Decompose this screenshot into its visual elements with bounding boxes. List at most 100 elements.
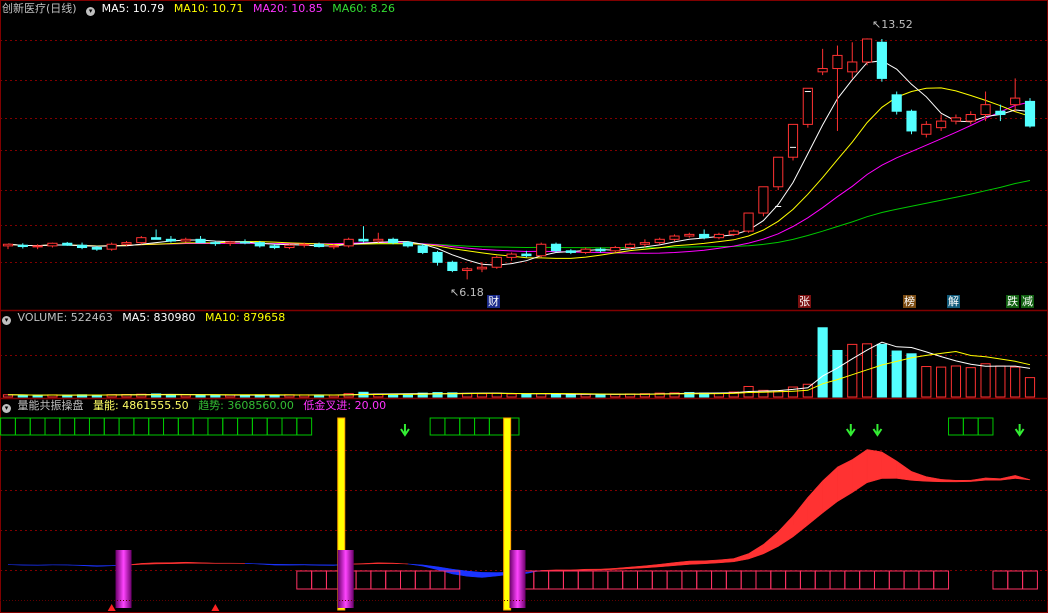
candle-body: [17, 244, 28, 248]
candle-body: [624, 243, 636, 249]
energy-band: [407, 563, 423, 567]
signal-box-bottom: [311, 570, 327, 590]
signal-box-bottom: [844, 570, 861, 590]
energy-band: [37, 564, 53, 566]
signal-box-bottom: [636, 570, 653, 590]
candle-body: [284, 244, 295, 249]
energy-band: [481, 572, 498, 578]
energy-band: [422, 564, 438, 571]
candle-body: [758, 186, 769, 214]
event-marker-fall[interactable]: 跌: [1006, 295, 1019, 308]
candle-body: [1024, 100, 1036, 127]
volume-bar: [906, 353, 917, 398]
candle-body: [491, 256, 502, 268]
candle-body: [106, 243, 117, 250]
signal-box-top: [296, 417, 313, 436]
candle-body: [550, 243, 562, 252]
candle-body: [921, 123, 932, 135]
candle-body: [180, 238, 191, 242]
energy-band: [822, 466, 838, 514]
signal-box-top: [59, 417, 76, 436]
signal-box-top: [0, 417, 16, 436]
candle-body: [328, 245, 339, 248]
signal-box-bottom: [859, 570, 875, 590]
event-marker-unlock[interactable]: 解: [947, 295, 960, 308]
signal-box-top: [948, 417, 964, 436]
signal-box-top: [44, 417, 61, 436]
energy-band: [155, 562, 172, 565]
candle-body: [343, 238, 354, 247]
signal-box-bottom: [562, 570, 579, 590]
sell-arrow-icon: [1014, 424, 1025, 437]
candle-body: [980, 104, 991, 116]
signal-box-bottom: [414, 570, 431, 590]
ma60-value: MA60: 8.26: [332, 2, 395, 15]
energy-band: [244, 563, 261, 565]
volume-bar: [1024, 377, 1036, 398]
energy-band: [303, 564, 320, 566]
buy-triangle-icon: [211, 604, 220, 611]
candle-body: [743, 212, 754, 232]
candle-body: [610, 247, 621, 252]
candle-body: [965, 114, 976, 122]
volume-ma5-line: [7, 341, 1031, 396]
event-marker-finance[interactable]: 财: [487, 295, 500, 308]
signal-box-top: [118, 417, 135, 436]
volume-bar: [936, 366, 947, 398]
energy-band: [274, 564, 290, 566]
energy-band: [852, 448, 868, 494]
energy-band: [777, 515, 794, 547]
candle-body: [861, 38, 873, 63]
energy-band: [896, 460, 912, 481]
volume-bar: [210, 394, 221, 398]
indicator-name: 量能共振操盘: [17, 399, 84, 412]
stock-chart[interactable]: [0, 0, 1048, 613]
candle-body: [165, 238, 177, 242]
event-marker-ranking[interactable]: 榜: [903, 295, 916, 308]
energy-band: [141, 562, 157, 565]
panel-menu-icon[interactable]: ▾: [86, 7, 96, 16]
signal-box-bottom: [400, 570, 416, 590]
signal-box-bottom: [888, 570, 905, 590]
signal-box-bottom: [296, 570, 313, 590]
volume-bar: [995, 365, 1006, 398]
event-marker-limit-up[interactable]: 张: [798, 295, 811, 308]
ma10-line: [7, 87, 1031, 259]
volume-bar: [595, 394, 606, 398]
volume-bar: [195, 394, 206, 398]
signal-box-top: [74, 417, 90, 436]
signal-box-top: [177, 417, 194, 436]
signal-box-bottom: [696, 570, 713, 590]
candle-body: [121, 242, 132, 245]
cross-value: 低金叉进: 20.00: [303, 399, 387, 412]
indicator-menu-icon[interactable]: ▾: [2, 404, 11, 413]
signal-box-bottom: [548, 570, 564, 590]
volume-resonance-bar: [337, 550, 354, 608]
energy-band: [985, 477, 1001, 481]
energy-band: [644, 563, 660, 569]
energy-band: [733, 553, 749, 563]
volume-bar: [817, 327, 828, 398]
volume-bar: [832, 349, 843, 398]
signal-box-top: [474, 417, 490, 436]
signal-box-top: [207, 417, 224, 436]
candle-body: [299, 243, 310, 246]
signal-box-bottom: [681, 570, 698, 590]
ma20-value: MA20: 10.85: [253, 2, 323, 15]
volume-bar: [180, 394, 191, 398]
volume-resonance-bar: [509, 550, 526, 608]
candle-body: [358, 238, 369, 242]
signal-box-bottom: [992, 570, 1009, 590]
indicator-panel-header: ▾ 量能共振操盘 量能: 4861555.50 趋势: 3608560.00 低…: [2, 399, 392, 413]
energy-band: [200, 562, 216, 564]
signal-box-top: [222, 417, 239, 436]
candle-body: [462, 268, 473, 272]
signal-box-top: [444, 417, 461, 436]
event-marker-reduce[interactable]: 减: [1021, 295, 1034, 308]
signal-box-bottom: [740, 570, 757, 590]
energy-band: [970, 477, 986, 482]
candle-body: [402, 242, 414, 247]
volume-menu-icon[interactable]: ▾: [2, 316, 11, 325]
energy-band: [378, 562, 394, 564]
volume-bar: [1010, 366, 1021, 398]
